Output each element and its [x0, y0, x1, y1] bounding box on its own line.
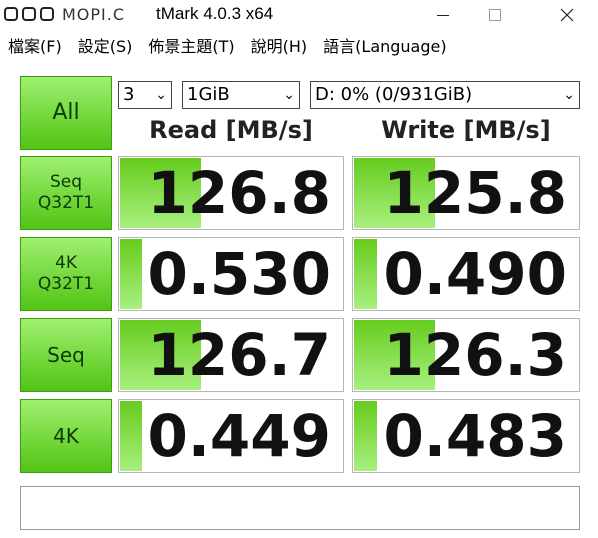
result-value: 0.530 — [147, 240, 331, 308]
watermark-square — [4, 7, 18, 21]
4k-q32t1-label: 4K Q32T1 — [37, 252, 95, 294]
seq-write-result: 126.3 — [352, 318, 580, 392]
result-bar — [120, 239, 143, 309]
title-bar: MOPI.C tMark 4.0.3 x64 — [0, 0, 598, 30]
4k-button[interactable]: 4K — [20, 399, 112, 473]
minimize-icon — [437, 14, 449, 16]
result-value: 126.3 — [383, 321, 567, 389]
chevron-down-icon: ⌄ — [155, 87, 167, 103]
4k-q32t1-read-result: 0.530 — [118, 237, 344, 311]
close-button[interactable] — [544, 0, 590, 30]
drive-value: D: 0% (0/931GiB) — [315, 84, 473, 105]
result-bar — [354, 401, 377, 471]
minimize-button[interactable] — [420, 0, 466, 30]
4k-q32t1-button[interactable]: 4K Q32T1 — [20, 237, 112, 311]
menu-file[interactable]: 檔案(F) — [0, 34, 70, 60]
seq-q32t1-button[interactable]: Seq Q32T1 — [20, 156, 112, 230]
seq-q32t1-read-result: 126.8 — [118, 156, 344, 230]
result-value: 0.490 — [383, 240, 567, 308]
seq-button[interactable]: Seq — [20, 318, 112, 392]
chevron-down-icon: ⌄ — [563, 87, 575, 103]
close-icon — [560, 8, 574, 22]
menu-language[interactable]: 語言(Language) — [315, 34, 454, 60]
seq-label: Seq — [47, 342, 85, 367]
write-column-header: Write [MB/s] — [381, 116, 551, 144]
watermark-square — [40, 7, 54, 21]
drive-select[interactable]: D: 0% (0/931GiB) ⌄ — [310, 81, 580, 109]
chevron-down-icon: ⌄ — [283, 87, 295, 103]
comment-input[interactable] — [20, 486, 580, 530]
menu-theme[interactable]: 佈景主題(T) — [140, 34, 242, 60]
result-value: 126.8 — [147, 159, 331, 227]
all-button-label: All — [52, 100, 80, 126]
maximize-button[interactable] — [472, 0, 518, 30]
4k-q32t1-write-result: 0.490 — [352, 237, 580, 311]
window-title: tMark 4.0.3 x64 — [156, 4, 274, 23]
main-panel: All 3 ⌄ 1GiB ⌄ D: 0% (0/931GiB) ⌄ Read [… — [0, 60, 598, 538]
watermark-logo: MOPI.C — [2, 4, 154, 26]
read-column-header: Read [MB/s] — [149, 116, 313, 144]
crystaldiskmark-window: MOPI.C tMark 4.0.3 x64 檔案(F) 設定(S) 佈景主題(… — [0, 0, 598, 538]
watermark-text: MOPI.C — [62, 5, 126, 24]
test-size-value: 1GiB — [187, 84, 230, 105]
result-bar — [120, 401, 143, 471]
4k-read-result: 0.449 — [118, 399, 344, 473]
maximize-icon — [489, 9, 501, 21]
test-count-select[interactable]: 3 ⌄ — [118, 81, 172, 109]
menu-bar: 檔案(F) 設定(S) 佈景主題(T) 說明(H) 語言(Language) — [0, 34, 598, 60]
4k-label: 4K — [53, 423, 79, 448]
result-value: 0.449 — [147, 402, 331, 470]
watermark-square — [22, 7, 36, 21]
result-bar — [354, 239, 377, 309]
seq-q32t1-label: Seq Q32T1 — [37, 171, 95, 213]
seq-read-result: 126.7 — [118, 318, 344, 392]
test-count-value: 3 — [123, 84, 135, 105]
result-value: 0.483 — [383, 402, 567, 470]
seq-q32t1-write-result: 125.8 — [352, 156, 580, 230]
all-button[interactable]: All — [20, 76, 112, 150]
menu-help[interactable]: 說明(H) — [243, 34, 316, 60]
4k-write-result: 0.483 — [352, 399, 580, 473]
menu-settings[interactable]: 設定(S) — [70, 34, 141, 60]
test-size-select[interactable]: 1GiB ⌄ — [182, 81, 300, 109]
result-value: 125.8 — [383, 159, 567, 227]
result-value: 126.7 — [147, 321, 331, 389]
